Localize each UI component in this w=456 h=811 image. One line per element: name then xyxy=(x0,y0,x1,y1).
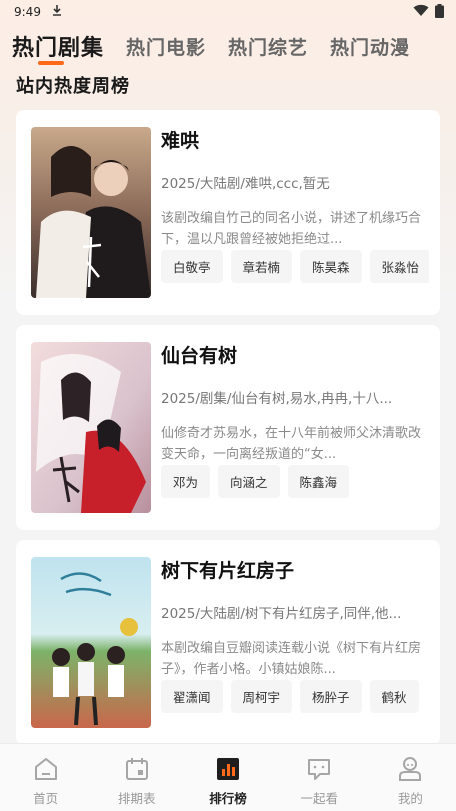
actor-tag[interactable]: 鹤秋 xyxy=(369,680,419,713)
show-meta: 2025/大陆剧/树下有片红房子,同伴,他... xyxy=(161,606,402,622)
nav-label: 排期表 xyxy=(118,791,156,806)
calendar-icon xyxy=(124,756,150,782)
nav-profile[interactable]: 我的 xyxy=(365,744,456,811)
tab-hot-movies[interactable]: 热门电影 xyxy=(126,33,206,60)
chat-icon xyxy=(306,756,332,782)
show-title: 仙台有树 xyxy=(161,345,238,367)
home-icon xyxy=(33,756,59,782)
actor-tag[interactable]: 陈昊森 xyxy=(300,250,362,283)
actor-list: 邓为 向涵之 陈鑫海 xyxy=(161,465,429,499)
tab-hot-anime[interactable]: 热门动漫 xyxy=(330,33,410,60)
actor-tag[interactable]: 杨肸子 xyxy=(300,680,362,713)
show-meta: 2025/大陆剧/难哄,ccc,暂无 xyxy=(161,176,330,192)
download-icon xyxy=(51,4,63,20)
show-title: 难哄 xyxy=(161,130,200,152)
nav-ranking[interactable]: 排行榜 xyxy=(182,744,273,811)
tab-hot-series[interactable]: 热门剧集 xyxy=(12,30,104,62)
nav-label: 一起看 xyxy=(300,791,338,806)
poster-image xyxy=(31,557,151,728)
actor-tag[interactable]: 张淼怡 xyxy=(369,250,429,283)
category-tabs: 热门剧集 热门电影 热门综艺 热门动漫 xyxy=(0,26,456,66)
actor-tag[interactable]: 章若楠 xyxy=(230,250,293,283)
battery-icon xyxy=(435,3,444,21)
actor-tag[interactable]: 白敬亭 xyxy=(161,250,223,283)
bottom-navigation: 首页 排期表 排行榜 一起看 我的 xyxy=(0,743,456,811)
wifi-icon xyxy=(413,4,429,20)
nav-watch-together[interactable]: 一起看 xyxy=(274,744,365,811)
tab-hot-variety[interactable]: 热门综艺 xyxy=(228,33,308,60)
show-description: 本剧改编自豆瓣阅读连载小说《树下有片红房子》，作者小格。小镇姑娘陈... xyxy=(161,641,422,677)
actor-list: 白敬亭 章若楠 陈昊森 张淼怡 xyxy=(161,250,429,284)
actor-tag[interactable]: 翟潇闻 xyxy=(161,680,223,713)
active-tab-indicator xyxy=(38,61,64,65)
actor-list: 翟潇闻 周柯宇 杨肸子 鹤秋 xyxy=(161,680,429,714)
show-description: 仙修奇才苏易水，在十八年前被师父沐清歌改变天命，一向离经叛道的“女... xyxy=(161,426,422,462)
nav-label: 首页 xyxy=(33,791,59,806)
nav-home[interactable]: 首页 xyxy=(0,744,91,811)
ranking-icon xyxy=(215,756,241,782)
poster-image xyxy=(31,342,151,513)
actor-tag[interactable]: 周柯宇 xyxy=(230,680,293,713)
status-time: 9:49 xyxy=(14,5,41,19)
status-bar: 9:49 xyxy=(0,0,456,24)
section-title: 站内热度周榜 xyxy=(16,76,130,97)
nav-label: 我的 xyxy=(397,791,423,806)
actor-tag[interactable]: 陈鑫海 xyxy=(287,465,350,498)
poster-image xyxy=(31,127,151,298)
show-card[interactable]: 仙台有树 2025/剧集/仙台有树,易水,冉冉,十八... 仙修奇才苏易水，在十… xyxy=(16,325,440,530)
actor-tag[interactable]: 邓为 xyxy=(161,465,211,498)
actor-tag[interactable]: 向涵之 xyxy=(218,465,280,498)
profile-icon xyxy=(397,756,423,782)
show-description: 该剧改编自竹己的同名小说，讲述了机缘巧合下，温以凡跟曾经被她拒绝过... xyxy=(161,211,422,247)
nav-label: 排行榜 xyxy=(209,791,247,806)
show-card[interactable]: 难哄 2025/大陆剧/难哄,ccc,暂无 该剧改编自竹己的同名小说，讲述了机缘… xyxy=(16,110,440,315)
show-meta: 2025/剧集/仙台有树,易水,冉冉,十八... xyxy=(161,391,393,407)
show-card[interactable]: 树下有片红房子 2025/大陆剧/树下有片红房子,同伴,他... 本剧改编自豆瓣… xyxy=(16,540,440,745)
nav-schedule[interactable]: 排期表 xyxy=(91,744,182,811)
show-title: 树下有片红房子 xyxy=(161,560,295,582)
